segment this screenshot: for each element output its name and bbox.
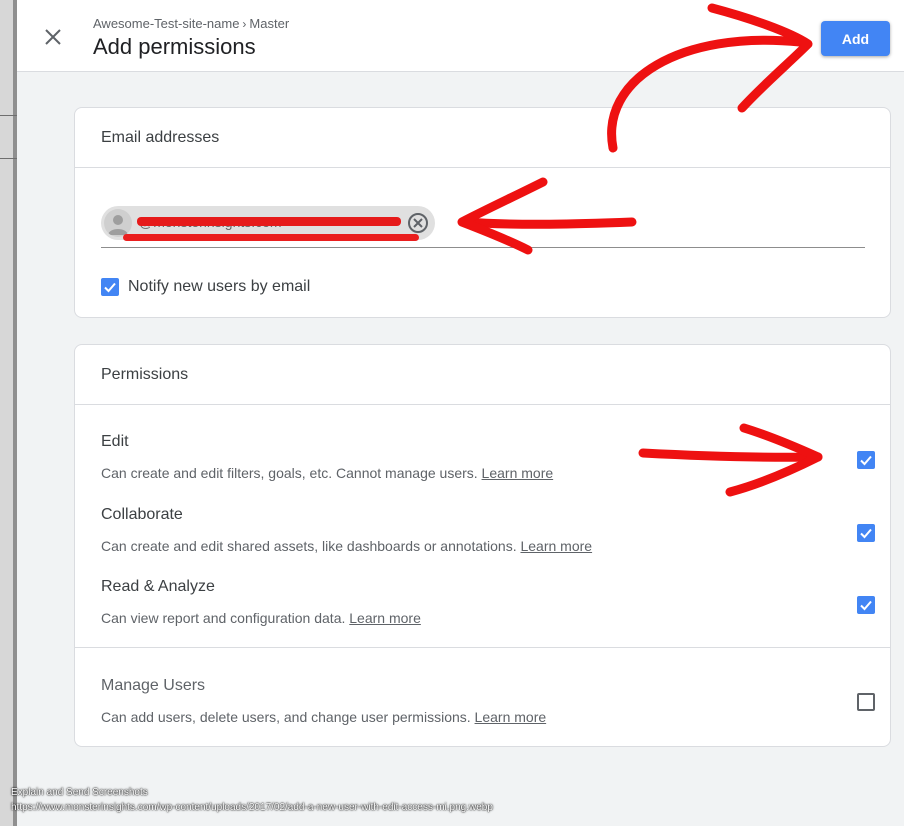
manage-users-checkbox[interactable] (857, 693, 875, 711)
remove-chip-button[interactable] (406, 211, 430, 235)
redaction-mark (137, 217, 401, 226)
check-icon (860, 600, 872, 611)
permission-name: Read & Analyze (101, 578, 215, 595)
permissions-card: Permissions Edit Can create and edit fil… (74, 344, 891, 747)
learn-more-link[interactable]: Learn more (349, 610, 421, 626)
permission-name: Collaborate (101, 506, 183, 523)
permissions-card-title: Permissions (75, 345, 890, 405)
footer-caption: Explain and Send Screenshots (11, 787, 148, 798)
permission-description: Can create and edit filters, goals, etc.… (101, 465, 554, 481)
permission-read-analyze: Read & Analyze Can view report and confi… (101, 578, 875, 626)
check-icon (104, 282, 116, 293)
email-addresses-card: Email addresses @monsterinsights.com (74, 107, 891, 318)
page-title: Add permissions (93, 34, 256, 59)
cancel-circle-icon (408, 213, 428, 233)
email-chip[interactable]: @monsterinsights.com (101, 206, 435, 241)
breadcrumb-site[interactable]: Awesome-Test-site-name (93, 16, 239, 31)
permission-name: Edit (101, 433, 129, 450)
permission-description: Can create and edit shared assets, like … (101, 538, 593, 554)
left-edge-strip (0, 0, 17, 826)
add-button[interactable]: Add (821, 21, 890, 56)
edit-checkbox[interactable] (857, 451, 875, 469)
permission-description: Can view report and configuration data. … (101, 610, 421, 626)
learn-more-link[interactable]: Learn more (520, 538, 592, 554)
breadcrumb-view[interactable]: Master (249, 16, 289, 31)
close-icon (45, 29, 61, 45)
permission-collaborate: Collaborate Can create and edit shared a… (101, 506, 875, 554)
person-icon (104, 209, 132, 237)
permission-edit: Edit Can create and edit filters, goals,… (101, 433, 875, 481)
notify-row: Notify new users by email (101, 278, 310, 296)
redaction-underline (123, 234, 419, 241)
notify-checkbox[interactable] (101, 278, 119, 296)
learn-more-link[interactable]: Learn more (475, 709, 547, 725)
footer-source-url: https://www.monsterinsights.com/wp-conte… (11, 802, 493, 813)
email-input[interactable]: @monsterinsights.com (101, 206, 865, 248)
check-icon (860, 528, 872, 539)
permission-description: Can add users, delete users, and change … (101, 709, 547, 725)
divider (75, 647, 890, 648)
dialog-header: Awesome-Test-site-name › Master Add perm… (17, 0, 904, 72)
permission-manage-users: Manage Users Can add users, delete users… (101, 677, 875, 725)
read-analyze-checkbox[interactable] (857, 596, 875, 614)
breadcrumb: Awesome-Test-site-name › Master (93, 16, 289, 31)
notify-label[interactable]: Notify new users by email (128, 278, 310, 296)
learn-more-link[interactable]: Learn more (482, 465, 554, 481)
check-icon (860, 455, 872, 466)
permission-name: Manage Users (101, 677, 206, 694)
breadcrumb-separator: › (242, 16, 247, 31)
collaborate-checkbox[interactable] (857, 524, 875, 542)
close-button[interactable] (43, 27, 63, 47)
email-card-title: Email addresses (75, 108, 890, 168)
